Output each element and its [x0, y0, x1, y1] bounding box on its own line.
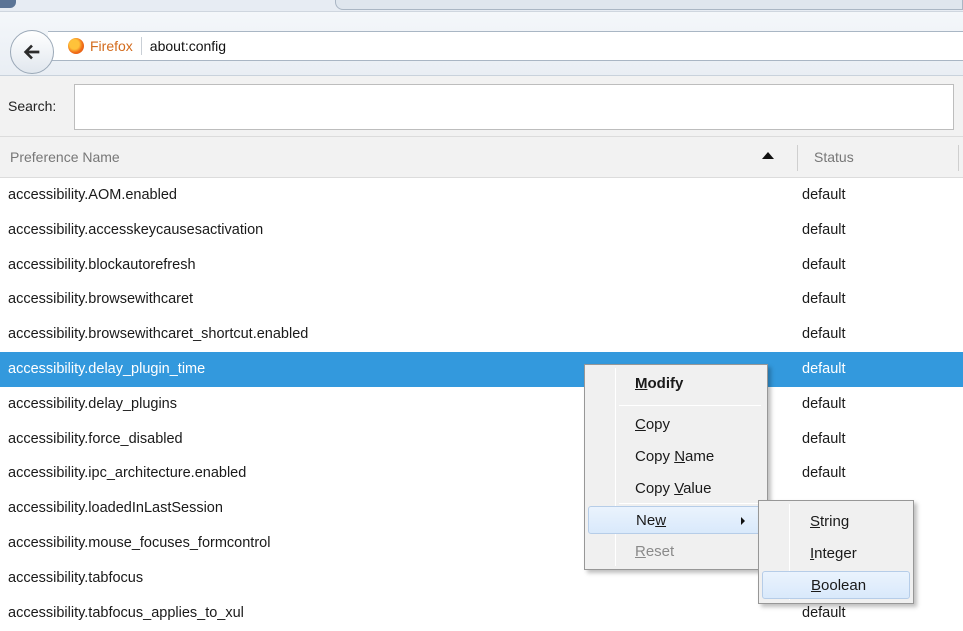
preference-name: accessibility.browsewithcaret	[8, 291, 194, 308]
preference-name: accessibility.force_disabled	[8, 430, 183, 447]
submenu-item-boolean[interactable]: Boolean	[762, 571, 910, 599]
menu-item-label: Modify	[635, 375, 683, 392]
url-text[interactable]: about:config	[150, 38, 226, 54]
menu-item-label: Copy Name	[635, 448, 714, 465]
navigation-bar: Firefox about:config	[0, 12, 963, 76]
context-menu: Modify Copy Copy Name Copy Value New Res…	[584, 364, 768, 570]
preference-name-column-header[interactable]: Preference Name	[10, 149, 120, 165]
menu-item-label: Integer	[810, 545, 857, 562]
search-row: Search:	[0, 76, 963, 136]
back-arrow-icon	[23, 44, 40, 60]
menu-item-label-rest: tring	[820, 513, 850, 530]
tab-corner	[0, 0, 16, 8]
back-button[interactable]	[10, 30, 54, 74]
menu-item-label: String	[810, 513, 849, 530]
url-separator	[140, 37, 142, 55]
menu-item-label: Copy	[635, 416, 670, 433]
preference-status: default	[802, 465, 846, 482]
table-row[interactable]: accessibility.AOM.enabled default	[0, 178, 963, 213]
url-bar[interactable]: Firefox about:config	[48, 31, 963, 61]
identity-label[interactable]: Firefox	[90, 38, 133, 54]
menu-item-label: Copy Value	[635, 480, 711, 497]
preference-status: default	[802, 395, 846, 412]
accesskey-char: B	[811, 577, 822, 594]
accesskey-char: M	[635, 375, 648, 392]
preference-name: accessibility.blockautorefresh	[8, 256, 196, 273]
preference-name: accessibility.tabfocus	[8, 569, 144, 586]
table-row[interactable]: accessibility.browsewithcaret_shortcut.e…	[0, 317, 963, 352]
menu-item-label: Boolean	[811, 577, 866, 594]
column-divider[interactable]	[797, 145, 798, 171]
column-divider[interactable]	[958, 145, 959, 171]
preference-name: accessibility.AOM.enabled	[8, 187, 177, 203]
menu-item-label-part: Ne	[636, 512, 656, 529]
table-row[interactable]: accessibility.delay_plugins default	[0, 387, 963, 422]
preference-name: accessibility.mouse_focuses_formcontrol	[8, 534, 271, 551]
menu-item-label-rest: opy	[645, 416, 671, 433]
accesskey-char: N	[674, 448, 686, 465]
preference-status: default	[802, 360, 846, 377]
menu-item-label-rest: ame	[685, 448, 715, 465]
menu-item-label-rest: oolean	[821, 577, 867, 594]
menu-item-label-part: Copy	[635, 448, 675, 465]
preference-status: default	[802, 256, 846, 273]
table-row[interactable]: accessibility.blockautorefresh default	[0, 248, 963, 283]
menu-item-label-rest: odify	[647, 375, 684, 392]
preference-name: accessibility.accesskeycausesactivation	[8, 221, 264, 238]
firefox-logo-icon	[68, 38, 84, 54]
preference-name: accessibility.delay_plugin_time	[8, 360, 206, 377]
menu-item-modify[interactable]: Modify	[588, 370, 764, 398]
menu-item-label-rest: alue	[683, 480, 712, 497]
submenu-item-string[interactable]: String	[762, 508, 910, 536]
tab-edge	[335, 0, 963, 10]
menu-item-copy[interactable]: Copy	[588, 411, 764, 439]
submenu-item-integer[interactable]: Integer	[762, 540, 910, 568]
table-row[interactable]: accessibility.ipc_architecture.enabled d…	[0, 456, 963, 491]
table-row[interactable]: accessibility.force_disabled default	[0, 422, 963, 457]
menu-item-new[interactable]: New	[588, 506, 764, 534]
accesskey-char: R	[635, 543, 646, 560]
accesskey-char: S	[810, 513, 821, 530]
accesskey-char: V	[674, 480, 684, 497]
tab-strip	[0, 0, 963, 12]
menu-item-copy-name[interactable]: Copy Name	[588, 443, 764, 471]
new-submenu: String Integer Boolean	[758, 500, 914, 604]
table-row[interactable]: accessibility.accesskeycausesactivation …	[0, 213, 963, 248]
column-header: Preference Name Status	[0, 136, 963, 178]
preference-status: default	[802, 187, 846, 203]
preference-status: default	[802, 430, 846, 447]
accesskey-char: w	[655, 512, 667, 529]
preference-name: accessibility.tabfocus_applies_to_xul	[8, 604, 244, 621]
menu-separator	[619, 503, 761, 504]
search-input[interactable]	[74, 84, 954, 130]
preference-name: accessibility.browsewithcaret_shortcut.e…	[8, 326, 309, 343]
menu-separator	[619, 405, 761, 406]
search-label: Search:	[8, 98, 57, 114]
preference-status: default	[802, 604, 846, 621]
table-row-selected[interactable]: accessibility.delay_plugin_time default	[0, 351, 963, 387]
sort-ascending-icon[interactable]	[762, 152, 774, 159]
accesskey-char: C	[635, 416, 646, 433]
menu-item-label: New	[636, 512, 666, 529]
preference-name: accessibility.ipc_architecture.enabled	[8, 465, 247, 482]
menu-item-label-part: Copy	[635, 480, 675, 497]
menu-item-reset[interactable]: Reset	[588, 538, 764, 566]
menu-item-label-rest: eset	[645, 543, 675, 560]
menu-item-copy-value[interactable]: Copy Value	[588, 475, 764, 503]
preference-status: default	[802, 221, 846, 238]
preference-name: accessibility.loadedInLastSession	[8, 500, 223, 517]
preference-name: accessibility.delay_plugins	[8, 395, 177, 412]
preference-status: default	[802, 291, 846, 308]
status-column-header[interactable]: Status	[814, 149, 854, 165]
preference-status: default	[802, 326, 846, 343]
menu-item-label: Reset	[635, 543, 674, 560]
menu-item-label-rest: nteger	[814, 545, 857, 562]
table-row[interactable]: accessibility.browsewithcaret default	[0, 282, 963, 317]
submenu-arrow-icon	[741, 517, 745, 525]
